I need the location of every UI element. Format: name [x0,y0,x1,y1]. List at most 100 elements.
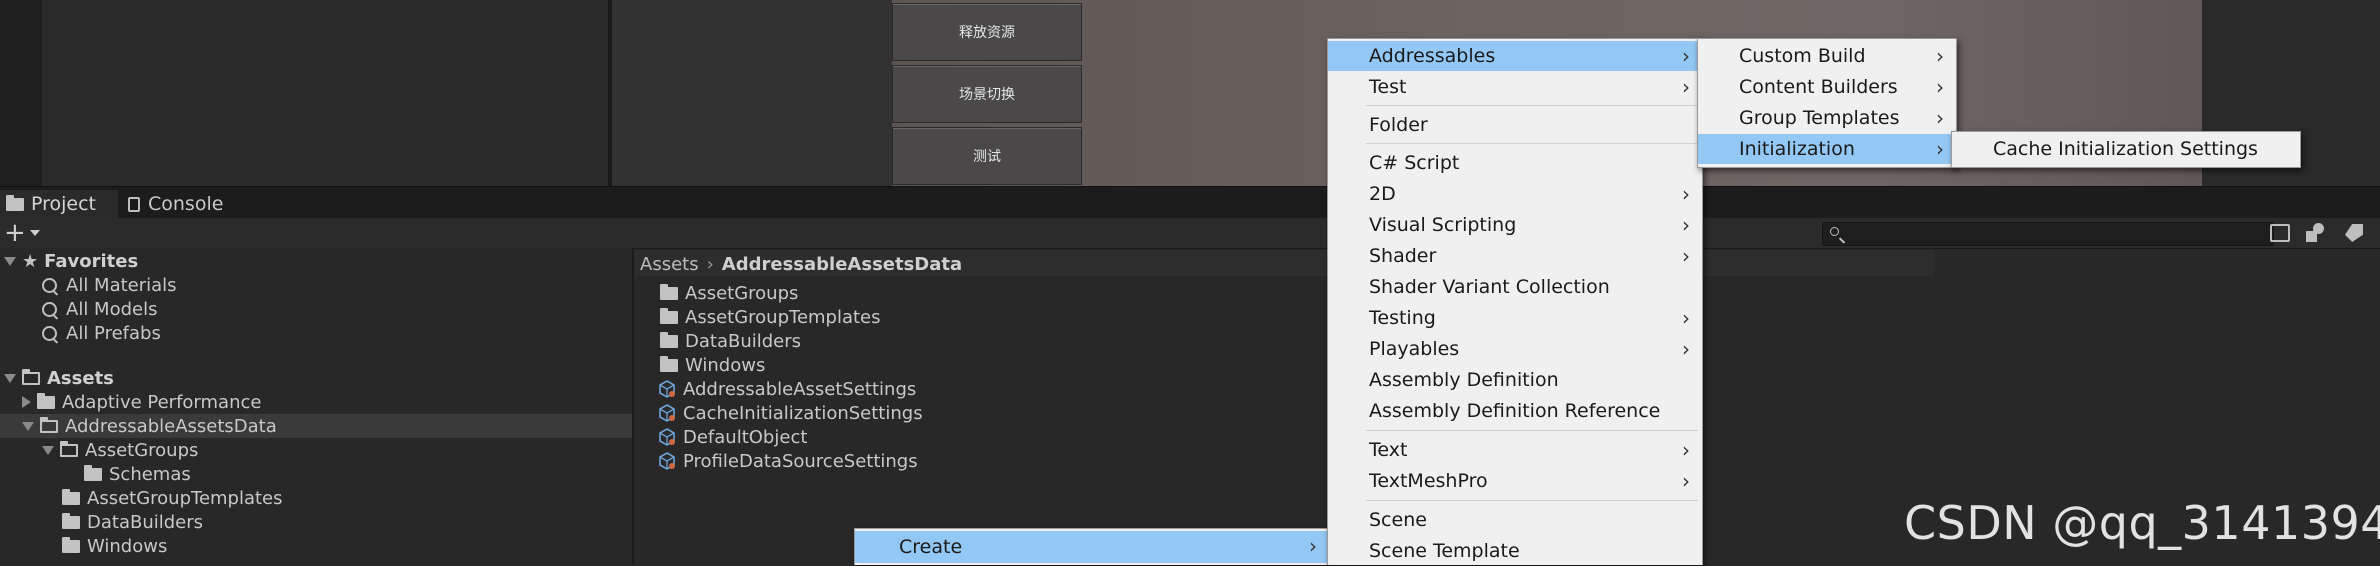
expand-arrow-icon [4,256,16,266]
tab-project[interactable]: Project [0,190,118,218]
tree-fav-all-models[interactable]: All Models [42,297,157,321]
tree-item-schemas[interactable]: Schemas [84,462,191,486]
filter-by-type-icon[interactable] [2306,223,2328,243]
game-button-test[interactable]: 测试 [892,127,1082,185]
chevron-right-icon: › [1682,438,1690,462]
file-folder-data-builders[interactable]: DataBuilders [660,329,801,353]
file-folder-asset-group-templates[interactable]: AssetGroupTemplates [660,305,881,329]
menu-item-assembly-definition[interactable]: Assembly Definition [1328,365,1702,395]
tree-item-adaptive-performance[interactable]: Adaptive Performance [22,390,261,414]
file-label: AssetGroups [685,282,799,304]
menu-item-label: Visual Scripting [1369,214,1517,236]
menu-item-csharp-script[interactable]: C# Script [1328,148,1702,178]
menu-item-initialization[interactable]: Initialization › [1698,134,1956,164]
menu-item-textmeshpro[interactable]: TextMeshPro › [1328,466,1702,496]
file-asset-profile-data-source-settings[interactable]: ProfileDataSourceSettings [658,449,918,473]
search-icon [42,301,57,317]
tree-fav-all-prefabs[interactable]: All Prefabs [42,321,161,345]
menu-item-playables[interactable]: Playables › [1328,334,1702,364]
chevron-right-icon: › [1309,534,1317,558]
watermark: CSDN @qq_31413949 [1904,496,2380,550]
tree-item-label: AddressableAssetsData [65,415,277,437]
menu-item-label: 2D [1369,183,1396,205]
chevron-right-icon: › [1682,75,1690,99]
file-label: Windows [685,354,766,376]
scriptable-object-icon [659,428,675,446]
menu-item-cache-initialization-settings[interactable]: Cache Initialization Settings [1952,134,2300,164]
tree-item-asset-groups[interactable]: AssetGroups [42,438,198,462]
scriptable-object-icon [659,404,675,422]
file-folder-asset-groups[interactable]: AssetGroups [660,281,798,305]
file-label: DataBuilders [685,330,802,352]
menu-item-shader-variant-collection[interactable]: Shader Variant Collection [1328,272,1702,302]
tree-item-label: AssetGroups [85,439,199,461]
menu-item-assembly-definition-reference[interactable]: Assembly Definition Reference [1328,396,1702,426]
tree-fav-all-materials[interactable]: All Materials [42,273,177,297]
menu-separator [1366,105,1698,106]
menu-item-2d[interactable]: 2D › [1328,179,1702,209]
menu-item-addressables[interactable]: Addressables › [1328,41,1702,71]
breadcrumb-current[interactable]: AddressableAssetsData [722,254,962,275]
tree-item-label: All Models [66,298,158,320]
file-label: DefaultObject [683,426,808,448]
menu-item-visual-scripting[interactable]: Visual Scripting › [1328,210,1702,240]
context-menu: Create › [854,528,1330,565]
menu-item-scene-template[interactable]: Scene Template [1328,536,1702,566]
tree-item-windows[interactable]: Windows [62,534,167,558]
tree-favorites[interactable]: ★ Favorites [4,249,138,273]
search-icon [42,325,57,341]
console-icon [128,196,140,212]
search-by-type-icon[interactable] [2270,224,2290,242]
folder-icon [62,488,80,505]
project-folder-icon [6,194,24,211]
expand-arrow-icon [42,445,54,455]
tree-item-data-builders[interactable]: DataBuilders [62,510,203,534]
chevron-right-icon: › [1682,306,1690,330]
game-button-scene-switch[interactable]: 场景切换 [892,65,1082,123]
menu-item-text[interactable]: Text › [1328,435,1702,465]
menu-item-test[interactable]: Test › [1328,72,1702,102]
chevron-right-icon: › [1682,44,1690,68]
folder-icon [660,331,678,348]
menu-item-testing[interactable]: Testing › [1328,303,1702,333]
tab-bar [0,186,2380,219]
menu-item-create[interactable]: Create › [855,531,1329,563]
tree-item-label: AssetGroupTemplates [87,487,283,509]
file-folder-windows[interactable]: Windows [660,353,765,377]
scriptable-object-icon [659,452,675,470]
menu-item-label: Assembly Definition [1369,369,1559,391]
menu-item-label: Shader Variant Collection [1369,276,1610,298]
file-label: ProfileDataSourceSettings [683,450,918,472]
expand-arrow-icon [4,373,16,383]
file-asset-default-object[interactable]: DefaultObject [658,425,807,449]
menu-item-content-builders[interactable]: Content Builders › [1698,72,1956,102]
tree-item-asset-group-templates[interactable]: AssetGroupTemplates [62,486,283,510]
search-icon [1830,227,1839,236]
menu-item-folder[interactable]: Folder [1328,110,1702,140]
add-button[interactable]: + [2,218,42,248]
tree-item-addressable-assets-data[interactable]: AddressableAssetsData [22,414,277,438]
menu-item-label: TextMeshPro [1369,470,1488,492]
file-asset-cache-initialization-settings[interactable]: CacheInitializationSettings [658,401,923,425]
tab-console[interactable]: Console [128,190,248,218]
menu-item-label: Addressables [1369,45,1496,67]
menu-separator [1366,143,1698,144]
menu-item-label: Group Templates [1739,107,1900,129]
menu-item-shader[interactable]: Shader › [1328,241,1702,271]
menu-item-group-templates[interactable]: Group Templates › [1698,103,1956,133]
folder-icon [62,536,80,553]
chevron-right-icon: › [1936,137,1944,161]
search-input[interactable] [1822,222,2274,246]
left-dark-panel [0,0,42,186]
menu-item-custom-build[interactable]: Custom Build › [1698,41,1956,71]
file-asset-addressable-asset-settings[interactable]: AddressableAssetSettings [658,377,916,401]
open-folder-icon [40,416,58,433]
collapse-arrow-icon [22,396,31,408]
breadcrumb-root[interactable]: Assets [640,254,699,275]
game-button-release-resources[interactable]: 释放资源 [892,3,1082,61]
menu-item-scene[interactable]: Scene [1328,505,1702,535]
tree-assets[interactable]: Assets [4,366,114,390]
tree-item-label: All Prefabs [66,322,161,344]
folder-icon [37,392,55,409]
folder-icon [660,355,678,372]
